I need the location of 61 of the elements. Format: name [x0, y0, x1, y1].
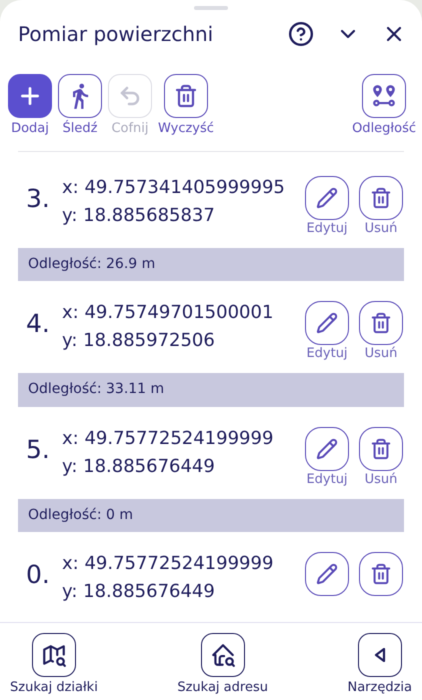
tool-button[interactable] — [58, 74, 102, 118]
action-label: Edytuj — [306, 472, 348, 486]
delete-button[interactable] — [359, 552, 403, 596]
action-label: Usuń — [364, 222, 398, 235]
point-number: 0. — [26, 562, 51, 587]
undo-icon — [118, 84, 142, 108]
trash-icon — [174, 84, 198, 108]
x-coordinate: x: 49.75772524199999 — [62, 552, 274, 576]
action-label: Edytuj — [306, 222, 348, 235]
action-label: Usuń — [364, 472, 398, 486]
x-coordinate: x: 49.75749701500001 — [62, 301, 274, 326]
edit-button[interactable] — [305, 426, 349, 471]
nav-button[interactable] — [358, 633, 402, 677]
delete-button[interactable] — [359, 426, 403, 471]
tool-label: Śledź — [62, 122, 98, 135]
help-icon[interactable] — [288, 21, 314, 47]
edit-button[interactable] — [305, 552, 349, 596]
pencil-icon — [316, 312, 338, 334]
point-number: 5. — [26, 436, 51, 462]
map-search-icon — [40, 642, 67, 668]
action-label: Edytuj — [306, 347, 348, 360]
trash-icon — [370, 562, 392, 585]
pencil-icon — [316, 187, 338, 209]
distance-bar: Odległość: 26.9 m — [18, 248, 404, 282]
delete-button[interactable] — [359, 301, 403, 346]
distance-bar: Odległość: 33.11 m — [18, 373, 404, 407]
nav-label: Narzędzia — [347, 681, 412, 694]
tool-label: Cofnij — [111, 122, 149, 135]
drag-handle[interactable] — [194, 6, 228, 10]
y-coordinate: y: 18.885676449 — [62, 580, 216, 604]
x-coordinate: x: 49.75772524199999 — [62, 426, 274, 451]
trash-icon — [370, 312, 392, 334]
point-number: 4. — [26, 311, 51, 336]
pencil-icon — [316, 562, 338, 585]
tool-label: Wyczyść — [158, 122, 214, 135]
nav-label: Szukaj działki — [10, 681, 98, 694]
trash-icon — [370, 187, 392, 209]
edit-button[interactable] — [305, 301, 349, 346]
house-search-icon — [210, 642, 236, 668]
nav-button[interactable] — [200, 633, 245, 677]
distance-bar: Odległość: 0 m — [18, 498, 404, 532]
tool-button[interactable] — [164, 74, 208, 118]
tool-button[interactable] — [8, 74, 52, 118]
tool-label: Odległość — [352, 122, 416, 135]
tool-label: Dodaj — [11, 122, 49, 135]
triangle-left-icon — [374, 648, 386, 662]
y-coordinate: y: 18.885685837 — [62, 204, 216, 228]
edit-button[interactable] — [305, 176, 349, 220]
panel-title: Pomiar powierzchni — [18, 21, 214, 48]
trash-icon — [370, 438, 392, 460]
pencil-icon — [316, 438, 338, 460]
tool-button[interactable] — [362, 74, 406, 118]
point-number: 3. — [26, 186, 51, 211]
delete-button[interactable] — [359, 176, 403, 220]
y-coordinate: y: 18.885676449 — [62, 454, 216, 479]
y-coordinate: y: 18.885972506 — [62, 329, 216, 354]
route-pins-icon — [371, 83, 398, 109]
x-coordinate: x: 49.757341405999995 — [62, 176, 286, 200]
nav-label: Szukaj adresu — [177, 681, 268, 694]
action-label: Usuń — [364, 347, 398, 360]
nav-button[interactable] — [32, 633, 76, 677]
